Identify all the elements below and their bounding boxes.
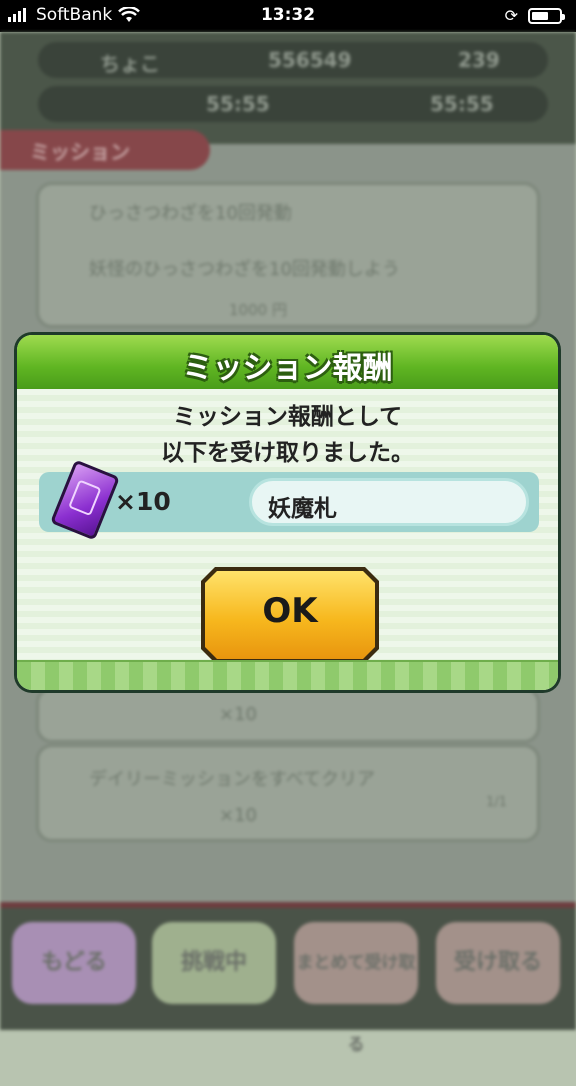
mission-card: ×10 [36,687,540,743]
reward-row: ×10 妖魔札 [39,459,539,541]
dialog-title: ミッション報酬 [182,351,393,386]
back-button: もどる [12,922,136,1004]
clock: 13:32 [260,5,316,25]
rotation-lock-icon: ⟳ [504,6,518,25]
player-name: ちょこ [100,52,160,76]
progress-count: 1/1 [486,795,507,810]
receive-button: 受け取る [436,922,560,1004]
status-bar: SoftBank 13:32 ⟳ [0,0,576,32]
message-line-1: ミッション報酬として [172,404,403,430]
reward-qty: ×10 [219,704,257,725]
mission-title: ひっさつわざを10回発動 [89,203,292,224]
dialog-body: ミッション報酬 ミッション報酬として 以下を受け取りました。 ×10 妖魔札 O… [17,335,558,690]
mission-desc: 妖怪のひっさつわざを10回発動しよう [89,259,400,280]
reward-quantity: ×10 [115,487,171,516]
resource-row-1: ちょこ 556549 239 [38,42,548,78]
resource-bar: ちょこ 556549 239 55:55 55:55 [0,32,576,144]
dialog-header: ミッション報酬 [17,335,558,389]
yokai-fuda-ticket-icon [50,459,120,541]
daily-mission-title: デイリーミッションをすべてクリア [89,769,376,790]
tab-mission: ミッション [0,130,210,170]
ok-button[interactable]: OK [201,567,379,663]
orb-value: 239 [458,48,500,72]
battery-icon [528,7,565,24]
ok-button-label: OK [262,591,318,631]
item-name: 妖魔札 [268,496,337,522]
message-line-2: 以下を受け取りました。 [161,440,414,466]
item-name-box: 妖魔札 [249,478,529,526]
resource-row-2: 55:55 55:55 [38,86,548,122]
mission-reward: 1000 円 [229,301,287,319]
mission-reward-dialog: ミッション報酬 ミッション報酬として 以下を受け取りました。 ×10 妖魔札 O… [14,332,561,693]
ok-button-face[interactable]: OK [205,571,375,659]
dialog-footer-pattern [17,660,558,690]
reward-qty: ×10 [219,805,257,826]
mission-card: ひっさつわざを10回発動 妖怪のひっさつわざを10回発動しよう 1000 円 [36,182,540,328]
battery-level [532,11,548,20]
timer-1: 55:55 [206,92,270,116]
mission-card-daily: デイリーミッションをすべてクリア ×10 1/1 [36,744,540,842]
timer-2: 55:55 [430,92,494,116]
money-value: 556549 [268,48,352,72]
receive-all-button: まとめて受け取る [294,922,418,1055]
challenging-button: 挑戦中 [152,922,276,1004]
